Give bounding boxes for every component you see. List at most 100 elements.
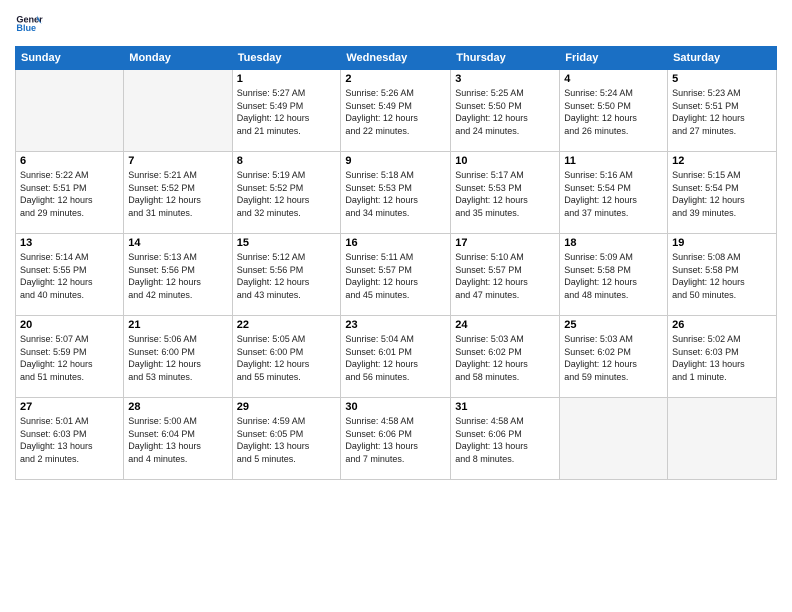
day-info: Sunrise: 5:03 AM Sunset: 6:02 PM Dayligh… bbox=[455, 333, 555, 383]
day-info: Sunrise: 5:12 AM Sunset: 5:56 PM Dayligh… bbox=[237, 251, 337, 301]
calendar-cell: 16 Sunrise: 5:11 AM Sunset: 5:57 PM Dayli… bbox=[341, 234, 451, 316]
day-number: 9 bbox=[345, 155, 446, 167]
weekday-header-wednesday: Wednesday bbox=[341, 47, 451, 70]
day-info: Sunrise: 5:08 AM Sunset: 5:58 PM Dayligh… bbox=[672, 251, 772, 301]
day-number: 4 bbox=[564, 73, 663, 85]
calendar-table: SundayMondayTuesdayWednesdayThursdayFrid… bbox=[15, 46, 777, 480]
weekday-header-thursday: Thursday bbox=[451, 47, 560, 70]
calendar-cell: 23 Sunrise: 5:04 AM Sunset: 6:01 PM Dayli… bbox=[341, 316, 451, 398]
day-number: 17 bbox=[455, 237, 555, 249]
day-number: 15 bbox=[237, 237, 337, 249]
calendar-cell: 2 Sunrise: 5:26 AM Sunset: 5:49 PM Daylig… bbox=[341, 70, 451, 152]
calendar-cell: 5 Sunrise: 5:23 AM Sunset: 5:51 PM Daylig… bbox=[668, 70, 777, 152]
calendar-cell: 12 Sunrise: 5:15 AM Sunset: 5:54 PM Dayli… bbox=[668, 152, 777, 234]
day-number: 7 bbox=[128, 155, 227, 167]
day-number: 8 bbox=[237, 155, 337, 167]
calendar-cell: 21Sunrise: 5:06 AM Sunset: 6:00 PM Dayli… bbox=[124, 316, 232, 398]
day-info: Sunrise: 5:05 AM Sunset: 6:00 PM Dayligh… bbox=[237, 333, 337, 383]
day-info: Sunrise: 4:58 AM Sunset: 6:06 PM Dayligh… bbox=[345, 415, 446, 465]
day-info: Sunrise: 5:13 AM Sunset: 5:56 PM Dayligh… bbox=[128, 251, 227, 301]
week-row-3: 13 Sunrise: 5:14 AM Sunset: 5:55 PM Dayli… bbox=[16, 234, 777, 316]
weekday-header-monday: Monday bbox=[124, 47, 232, 70]
day-number: 31 bbox=[455, 401, 555, 413]
calendar-cell: 26Sunrise: 5:02 AM Sunset: 6:03 PM Dayli… bbox=[668, 316, 777, 398]
day-number: 10 bbox=[455, 155, 555, 167]
day-number: 6 bbox=[20, 155, 119, 167]
day-info: Sunrise: 5:15 AM Sunset: 5:54 PM Dayligh… bbox=[672, 169, 772, 219]
calendar-cell: 13 Sunrise: 5:14 AM Sunset: 5:55 PM Dayli… bbox=[16, 234, 124, 316]
day-info: Sunrise: 5:25 AM Sunset: 5:50 PM Dayligh… bbox=[455, 87, 555, 137]
calendar-cell: 28 Sunrise: 5:00 AM Sunset: 6:04 PM Dayli… bbox=[124, 398, 232, 480]
week-row-1: 1 Sunrise: 5:27 AM Sunset: 5:49 PM Daylig… bbox=[16, 70, 777, 152]
day-info: Sunrise: 5:23 AM Sunset: 5:51 PM Dayligh… bbox=[672, 87, 772, 137]
calendar-cell: 24 Sunrise: 5:03 AM Sunset: 6:02 PM Dayli… bbox=[451, 316, 560, 398]
day-number: 20 bbox=[20, 319, 119, 331]
week-row-5: 27 Sunrise: 5:01 AM Sunset: 6:03 PM Dayli… bbox=[16, 398, 777, 480]
weekday-header-sunday: Sunday bbox=[16, 47, 124, 70]
day-number: 13 bbox=[20, 237, 119, 249]
day-number: 24 bbox=[455, 319, 555, 331]
calendar-cell: 1 Sunrise: 5:27 AM Sunset: 5:49 PM Daylig… bbox=[232, 70, 341, 152]
header: General Blue bbox=[15, 10, 777, 38]
calendar-cell bbox=[668, 398, 777, 480]
logo: General Blue bbox=[15, 10, 43, 38]
day-number: 28 bbox=[128, 401, 227, 413]
calendar-cell: 3 Sunrise: 5:25 AM Sunset: 5:50 PM Daylig… bbox=[451, 70, 560, 152]
weekday-header-saturday: Saturday bbox=[668, 47, 777, 70]
calendar-cell: 9Sunrise: 5:18 AM Sunset: 5:53 PM Daylig… bbox=[341, 152, 451, 234]
calendar-cell: 17 Sunrise: 5:10 AM Sunset: 5:57 PM Dayli… bbox=[451, 234, 560, 316]
calendar-cell: 30Sunrise: 4:58 AM Sunset: 6:06 PM Dayli… bbox=[341, 398, 451, 480]
day-info: Sunrise: 5:16 AM Sunset: 5:54 PM Dayligh… bbox=[564, 169, 663, 219]
day-info: Sunrise: 5:24 AM Sunset: 5:50 PM Dayligh… bbox=[564, 87, 663, 137]
day-info: Sunrise: 5:11 AM Sunset: 5:57 PM Dayligh… bbox=[345, 251, 446, 301]
calendar-cell: 4 Sunrise: 5:24 AM Sunset: 5:50 PM Daylig… bbox=[560, 70, 668, 152]
day-info: Sunrise: 5:26 AM Sunset: 5:49 PM Dayligh… bbox=[345, 87, 446, 137]
calendar-cell: 29 Sunrise: 4:59 AM Sunset: 6:05 PM Dayli… bbox=[232, 398, 341, 480]
day-number: 23 bbox=[345, 319, 446, 331]
day-number: 19 bbox=[672, 237, 772, 249]
day-info: Sunrise: 5:14 AM Sunset: 5:55 PM Dayligh… bbox=[20, 251, 119, 301]
day-number: 27 bbox=[20, 401, 119, 413]
day-number: 21 bbox=[128, 319, 227, 331]
calendar-cell: 22 Sunrise: 5:05 AM Sunset: 6:00 PM Dayli… bbox=[232, 316, 341, 398]
day-info: Sunrise: 5:09 AM Sunset: 5:58 PM Dayligh… bbox=[564, 251, 663, 301]
day-info: Sunrise: 5:07 AM Sunset: 5:59 PM Dayligh… bbox=[20, 333, 119, 383]
calendar-cell bbox=[124, 70, 232, 152]
day-number: 29 bbox=[237, 401, 337, 413]
week-row-2: 6Sunrise: 5:22 AM Sunset: 5:51 PM Daylig… bbox=[16, 152, 777, 234]
day-info: Sunrise: 5:19 AM Sunset: 5:52 PM Dayligh… bbox=[237, 169, 337, 219]
day-info: Sunrise: 5:01 AM Sunset: 6:03 PM Dayligh… bbox=[20, 415, 119, 465]
weekday-header-row: SundayMondayTuesdayWednesdayThursdayFrid… bbox=[16, 47, 777, 70]
day-info: Sunrise: 5:04 AM Sunset: 6:01 PM Dayligh… bbox=[345, 333, 446, 383]
day-number: 12 bbox=[672, 155, 772, 167]
weekday-header-tuesday: Tuesday bbox=[232, 47, 341, 70]
day-info: Sunrise: 5:21 AM Sunset: 5:52 PM Dayligh… bbox=[128, 169, 227, 219]
day-number: 14 bbox=[128, 237, 227, 249]
day-number: 1 bbox=[237, 73, 337, 85]
day-info: Sunrise: 4:59 AM Sunset: 6:05 PM Dayligh… bbox=[237, 415, 337, 465]
calendar-cell: 11 Sunrise: 5:16 AM Sunset: 5:54 PM Dayli… bbox=[560, 152, 668, 234]
day-info: Sunrise: 5:10 AM Sunset: 5:57 PM Dayligh… bbox=[455, 251, 555, 301]
day-number: 5 bbox=[672, 73, 772, 85]
calendar-cell: 15 Sunrise: 5:12 AM Sunset: 5:56 PM Dayli… bbox=[232, 234, 341, 316]
svg-text:Blue: Blue bbox=[16, 23, 36, 33]
calendar-cell: 27 Sunrise: 5:01 AM Sunset: 6:03 PM Dayli… bbox=[16, 398, 124, 480]
calendar-cell bbox=[560, 398, 668, 480]
day-info: Sunrise: 5:17 AM Sunset: 5:53 PM Dayligh… bbox=[455, 169, 555, 219]
calendar-cell: 6Sunrise: 5:22 AM Sunset: 5:51 PM Daylig… bbox=[16, 152, 124, 234]
logo-icon: General Blue bbox=[15, 10, 43, 38]
day-number: 22 bbox=[237, 319, 337, 331]
day-number: 18 bbox=[564, 237, 663, 249]
day-info: Sunrise: 4:58 AM Sunset: 6:06 PM Dayligh… bbox=[455, 415, 555, 465]
day-number: 11 bbox=[564, 155, 663, 167]
day-info: Sunrise: 5:03 AM Sunset: 6:02 PM Dayligh… bbox=[564, 333, 663, 383]
day-number: 2 bbox=[345, 73, 446, 85]
calendar-cell: 7 Sunrise: 5:21 AM Sunset: 5:52 PM Daylig… bbox=[124, 152, 232, 234]
day-number: 16 bbox=[345, 237, 446, 249]
day-info: Sunrise: 5:27 AM Sunset: 5:49 PM Dayligh… bbox=[237, 87, 337, 137]
calendar-cell: 20 Sunrise: 5:07 AM Sunset: 5:59 PM Dayli… bbox=[16, 316, 124, 398]
day-number: 26 bbox=[672, 319, 772, 331]
day-number: 3 bbox=[455, 73, 555, 85]
day-number: 25 bbox=[564, 319, 663, 331]
day-info: Sunrise: 5:00 AM Sunset: 6:04 PM Dayligh… bbox=[128, 415, 227, 465]
